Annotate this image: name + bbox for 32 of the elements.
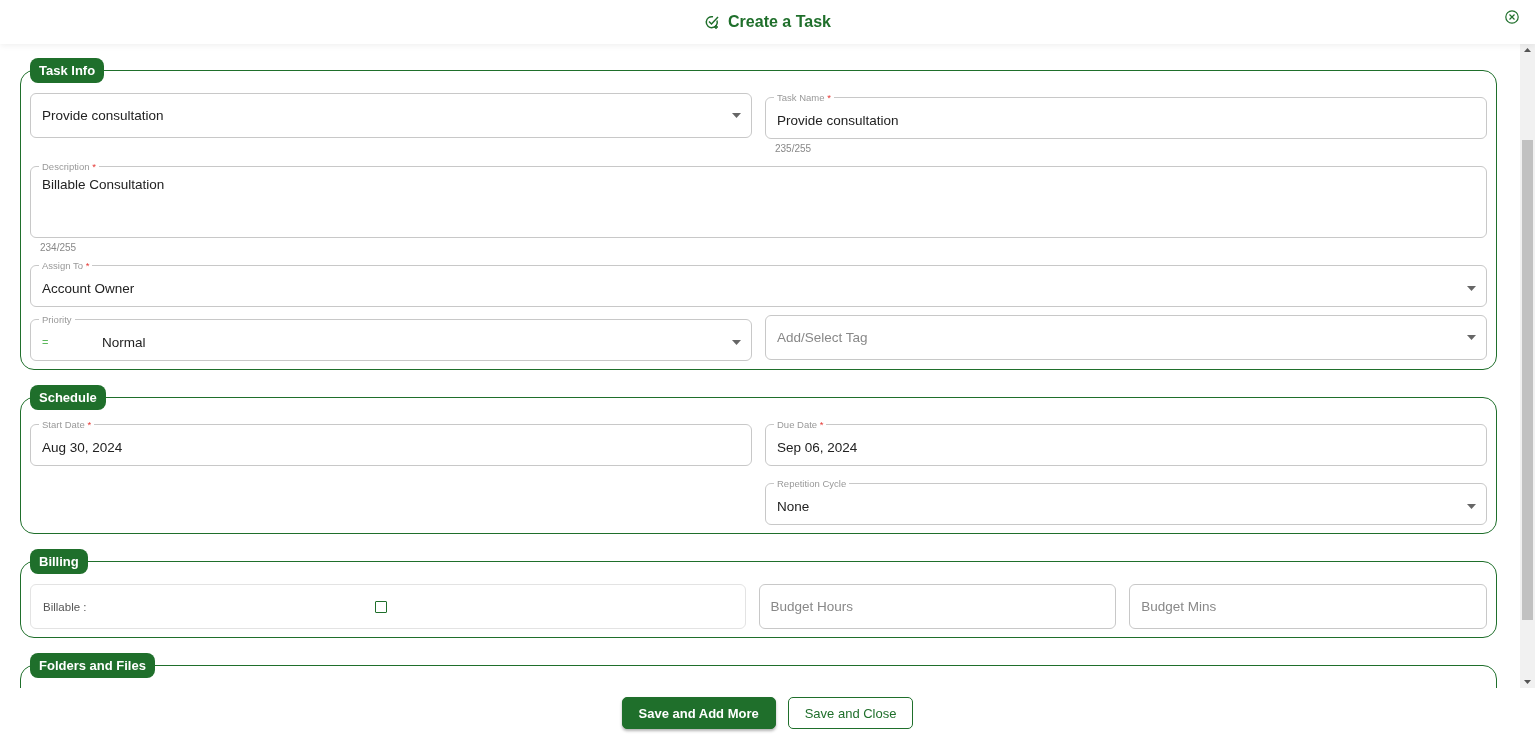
select-field[interactable]: Assign To * Account Owner bbox=[30, 261, 1487, 307]
character-counter: 235/255 bbox=[774, 142, 813, 154]
dropdown-caret-icon bbox=[1467, 503, 1476, 509]
checkbox[interactable] bbox=[374, 600, 387, 613]
input-field[interactable]: Due Date * Sep 06, 2024 bbox=[765, 420, 1487, 466]
dropdown-caret-icon bbox=[732, 113, 741, 118]
section-title: Schedule bbox=[30, 385, 106, 410]
scrollbar[interactable] bbox=[1520, 44, 1535, 688]
select-field[interactable]: Priority = Normal bbox=[30, 315, 752, 361]
close-button[interactable] bbox=[1505, 10, 1519, 24]
scroll-down-icon[interactable] bbox=[1524, 680, 1531, 684]
input-field[interactable]: Budget Hours bbox=[758, 584, 1117, 629]
dropdown-caret-icon bbox=[732, 339, 741, 345]
checkbox-label: Billable : bbox=[43, 600, 87, 613]
section-title: Folders and Files bbox=[30, 653, 155, 678]
section-title: Billing bbox=[30, 549, 88, 574]
textarea-field[interactable]: Description * Billable Consultation bbox=[30, 162, 1487, 238]
dialog-title: Create a Task bbox=[728, 13, 831, 31]
save-and-add-button[interactable]: Save and Add More bbox=[621, 697, 776, 729]
input-field[interactable]: Task Name * Provide consultation bbox=[765, 93, 1487, 139]
check-plus-icon bbox=[704, 14, 721, 30]
select-field[interactable]: Add/Select Tag bbox=[765, 315, 1487, 360]
dropdown-caret-icon bbox=[1467, 285, 1476, 291]
input-field[interactable]: Start Date * Aug 30, 2024 bbox=[30, 420, 752, 466]
character-counter: 234/255 bbox=[39, 241, 78, 253]
scroll-up-icon[interactable] bbox=[1524, 48, 1531, 52]
dropdown-caret-icon bbox=[1467, 335, 1476, 340]
select-field[interactable]: Repetition Cycle None bbox=[765, 479, 1487, 525]
select-field[interactable]: Provide consultation bbox=[30, 93, 752, 138]
input-field[interactable]: Budget Mins bbox=[1129, 584, 1487, 629]
save-and-close-button[interactable]: Save and Close bbox=[787, 697, 914, 729]
section-title: Task Info bbox=[30, 58, 105, 83]
